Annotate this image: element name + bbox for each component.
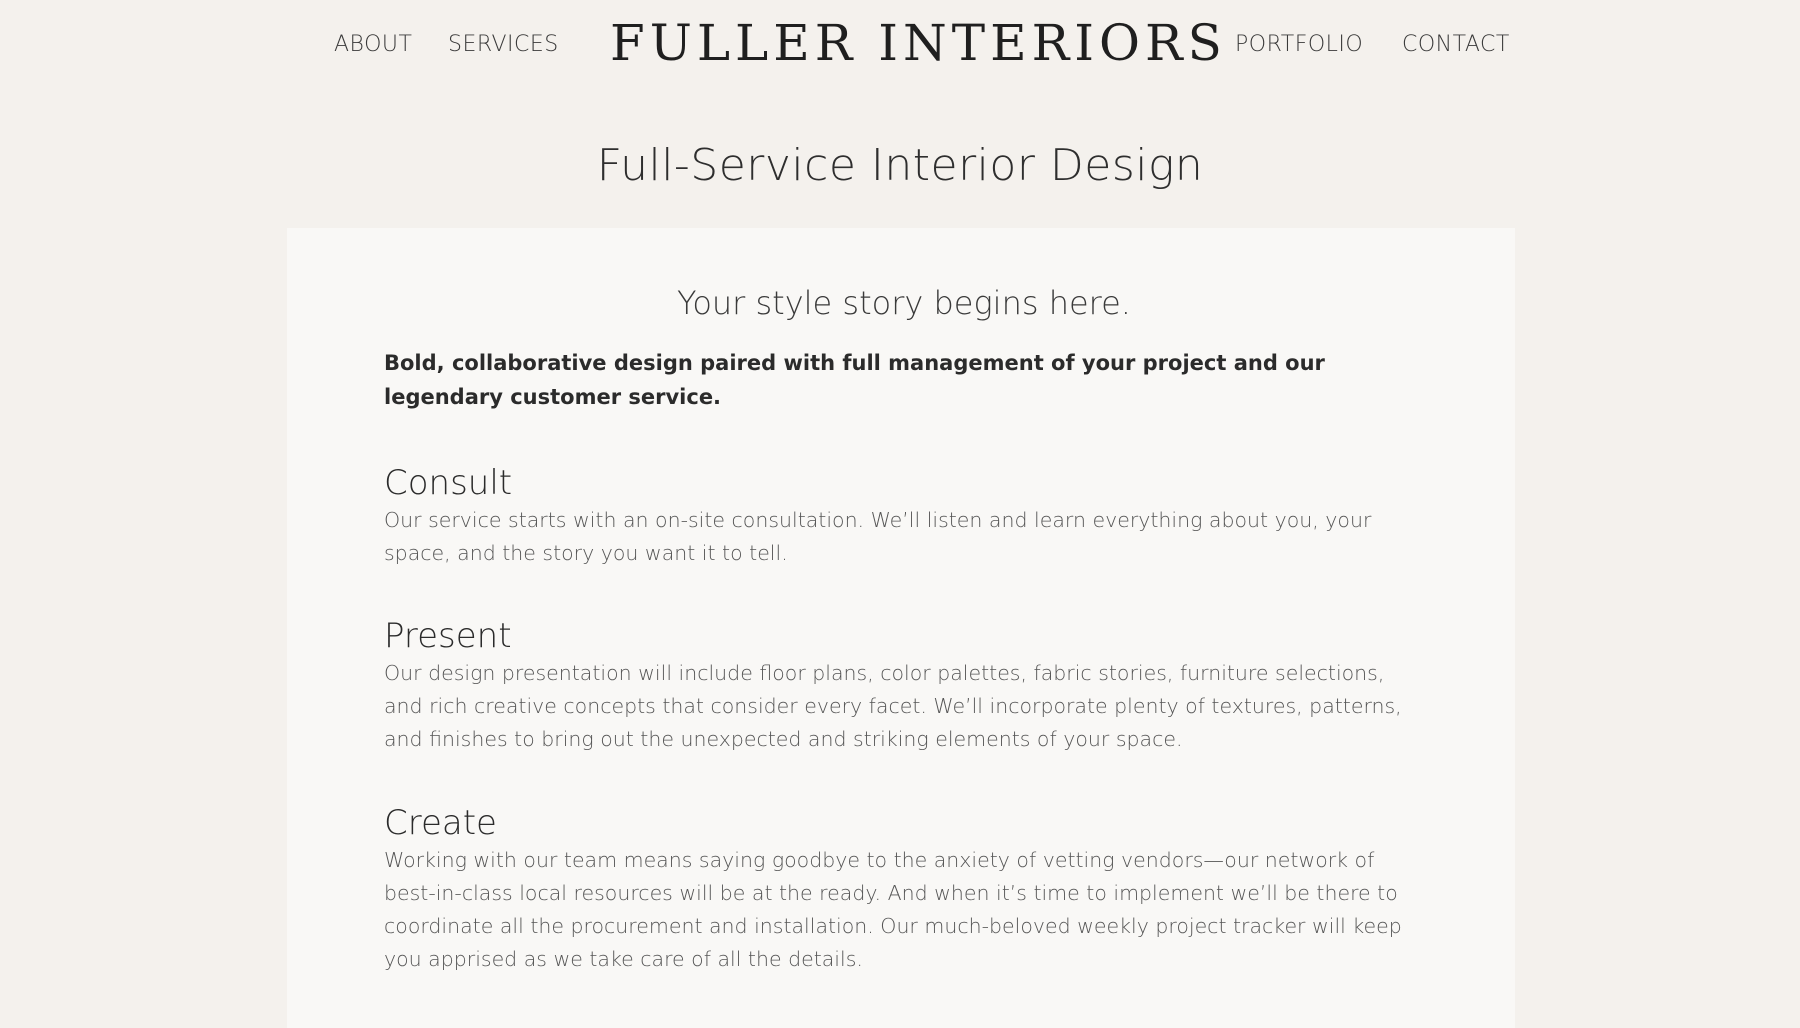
nav-link-about[interactable]: ABOUT	[334, 32, 412, 57]
section-body: Our design presentation will include flo…	[384, 661, 1402, 751]
section-heading: Present	[384, 616, 512, 656]
tagline: Your style story begins here.	[677, 284, 1131, 322]
nav-link-portfolio[interactable]: PORTFOLIO	[1235, 32, 1363, 57]
nav-link-services[interactable]: SERVICES	[448, 32, 559, 57]
nav-link-contact[interactable]: CONTACT	[1402, 32, 1510, 57]
intro-text: Bold, collaborative design paired with f…	[384, 351, 1325, 409]
site-logo[interactable]: FULLER INTERIORS	[610, 14, 1222, 72]
section-body: Working with our team means saying goodb…	[384, 848, 1402, 971]
section-create: Create Working with our team means sayin…	[384, 802, 1424, 976]
content-card: Your style story begins here. Bold, coll…	[287, 228, 1515, 1028]
section-present: Present Our design presentation will inc…	[384, 615, 1424, 756]
section-heading: Create	[384, 803, 497, 843]
section-consult: Consult Our service starts with an on-si…	[384, 462, 1424, 570]
section-heading: Consult	[384, 463, 513, 503]
top-navigation: ABOUT SERVICES FULLER INTERIORS PORTFOLI…	[0, 0, 1800, 92]
section-body: Our service starts with an on-site consu…	[384, 508, 1372, 565]
page-title: Full-Service Interior Design	[596, 140, 1204, 191]
